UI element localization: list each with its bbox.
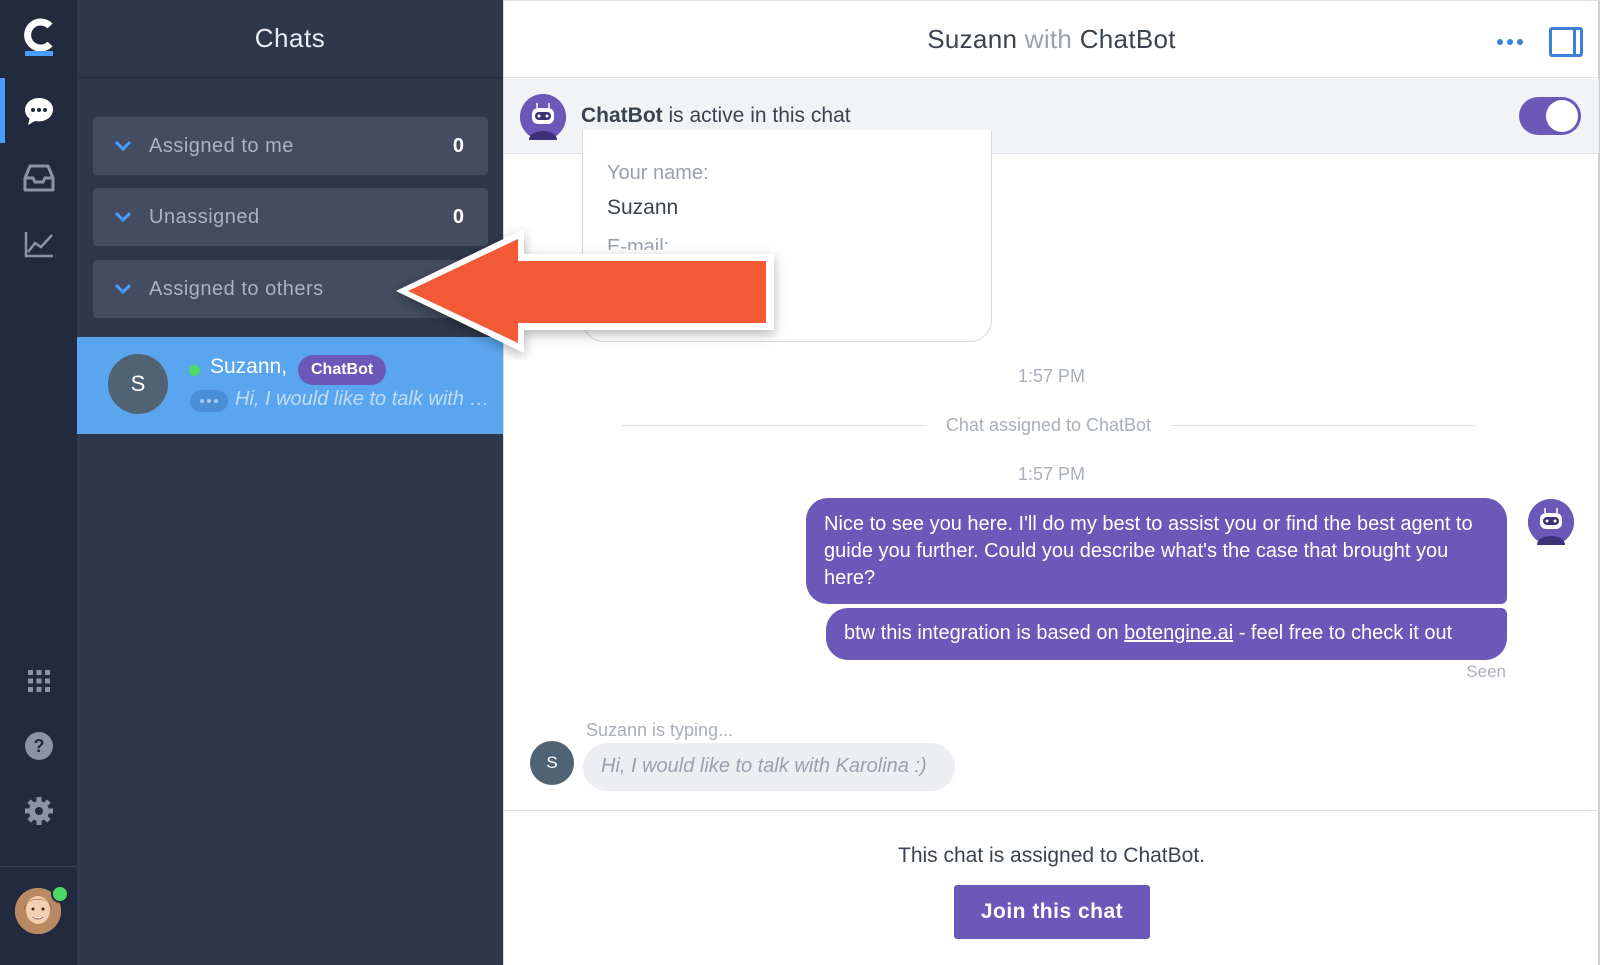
group-assigned-to-me[interactable]: Assigned to me 0 [93, 117, 488, 175]
customer-avatar: S [530, 741, 574, 785]
details-panel-toggle-icon[interactable] [1549, 27, 1583, 57]
timestamp: 1:57 PM [1017, 464, 1086, 484]
customer-typing-preview: Hi, I would like to talk with Karolina :… [583, 743, 955, 791]
left-rail: ? [0, 0, 77, 965]
online-status-dot [51, 885, 69, 903]
system-event-text: Chat assigned to ChatBot [925, 415, 1172, 435]
system-event: Chat assigned to ChatBot [621, 415, 1476, 435]
robot-avatar-icon [520, 94, 566, 140]
chatbot-badge: ChatBot [298, 355, 387, 385]
group-label: Assigned to me [149, 134, 294, 157]
join-chat-button[interactable]: Join this chat [954, 885, 1150, 939]
chatbot-name: ChatBot [581, 104, 663, 127]
logo-icon[interactable] [22, 18, 56, 58]
more-options-icon[interactable] [1497, 39, 1523, 45]
name-value: Suzann [607, 196, 679, 219]
name-label: Your name: [607, 162, 709, 184]
typing-status: Suzann is typing... [586, 720, 734, 740]
robot-avatar-icon [1528, 499, 1574, 545]
chevron-down-icon [114, 283, 132, 295]
chat-list-title: Chats [254, 23, 326, 53]
chatbot-status-text: ChatBot is active in this chat [581, 104, 851, 128]
customer-name: Suzann, [210, 355, 288, 378]
customer-avatar: S [108, 354, 168, 414]
settings-gear-icon[interactable] [20, 793, 58, 829]
chat-header: Suzann with ChatBot [504, 0, 1599, 78]
archive-inbox-icon[interactable] [20, 160, 58, 196]
chat-list-header: Chats [77, 0, 503, 78]
help-icon[interactable]: ? [20, 728, 58, 764]
chat-list-panel: Chats Assigned to me 0 Unassigned 0 Assi… [77, 0, 503, 965]
message-text: - feel free to check it out [1233, 622, 1453, 644]
rail-divider [0, 866, 77, 867]
apps-grid-icon[interactable] [20, 663, 58, 699]
bot-message: Nice to see you here. I'll do my best to… [806, 498, 1507, 604]
chat-main: Suzann with ChatBot ChatBot is active in… [503, 0, 1600, 965]
seen-receipt: Seen [1466, 662, 1506, 681]
active-nav-indicator [0, 78, 5, 143]
chevron-down-icon [114, 211, 132, 223]
message-text: btw this integration is based on [844, 622, 1125, 644]
chatbot-toggle[interactable] [1519, 97, 1581, 135]
chat-footer: This chat is assigned to ChatBot. Join t… [504, 810, 1599, 965]
svg-text:?: ? [34, 736, 45, 756]
chatbot-status: is active in this chat [668, 104, 851, 127]
typing-indicator-icon [190, 390, 228, 412]
chat-title: Suzann with ChatBot [927, 24, 1176, 55]
timestamp: 1:57 PM [1017, 366, 1086, 386]
chat-title-agent: ChatBot [1079, 23, 1176, 54]
message-preview: Hi, I would like to talk with Karolina :… [235, 388, 495, 410]
bot-message: btw this integration is based on botengi… [826, 608, 1507, 660]
botengine-link[interactable]: botengine.ai [1124, 622, 1233, 644]
online-status-dot [189, 365, 200, 376]
reports-chart-icon[interactable] [20, 226, 58, 262]
assigned-notice: This chat is assigned to ChatBot. [898, 844, 1205, 867]
pointer-arrow-icon [396, 229, 774, 353]
chat-title-with: with [1024, 23, 1073, 54]
chevron-down-icon [114, 140, 132, 152]
chats-icon[interactable] [20, 93, 58, 129]
chat-title-customer: Suzann [927, 23, 1018, 54]
group-count: 0 [452, 134, 464, 157]
toggle-knob [1546, 100, 1578, 132]
